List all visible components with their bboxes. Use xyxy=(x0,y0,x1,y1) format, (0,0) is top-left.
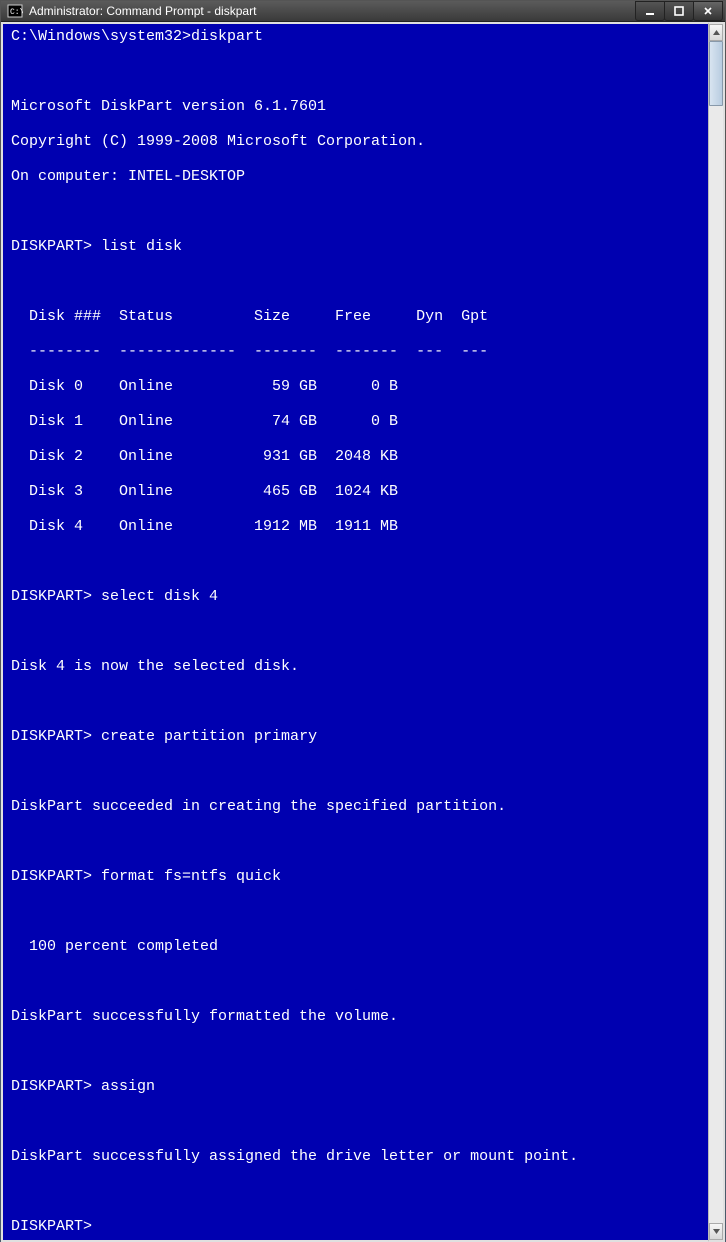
dp-prompt: DISKPART> xyxy=(11,868,92,885)
svg-text:C:\: C:\ xyxy=(10,8,23,17)
blank xyxy=(11,1113,706,1131)
command-prompt-window: C:\ Administrator: Command Prompt - disk… xyxy=(0,0,726,750)
dp-prompt: DISKPART> xyxy=(11,588,92,605)
prompt-path: C:\Windows\system32> xyxy=(11,28,191,45)
console-output[interactable]: C:\Windows\system32>diskpart Microsoft D… xyxy=(1,22,708,1242)
chevron-down-icon xyxy=(712,1227,721,1236)
cmd-format: format fs=ntfs quick xyxy=(101,868,281,885)
blank xyxy=(11,763,706,781)
dp-prompt-line: DISKPART> create partition primary xyxy=(11,728,706,746)
vertical-scrollbar[interactable] xyxy=(708,22,725,1242)
scroll-thumb[interactable] xyxy=(709,41,723,106)
window-controls xyxy=(636,1,723,21)
msg-progress: 100 percent completed xyxy=(11,938,706,956)
console-area: C:\Windows\system32>diskpart Microsoft D… xyxy=(1,22,725,1242)
cmd-assign: assign xyxy=(101,1078,155,1095)
dp-prompt-line: DISKPART> list disk xyxy=(11,238,706,256)
version-line: Microsoft DiskPart version 6.1.7601 xyxy=(11,98,706,116)
msg-create: DiskPart succeeded in creating the speci… xyxy=(11,798,706,816)
msg-assign: DiskPart successfully assigned the drive… xyxy=(11,1148,706,1166)
window-title: Administrator: Command Prompt - diskpart xyxy=(29,4,636,18)
table-divider: -------- ------------- ------- ------- -… xyxy=(11,343,706,361)
dp-prompt: DISKPART> xyxy=(11,1078,92,1095)
dp-prompt-line: DISKPART> select disk 4 xyxy=(11,588,706,606)
maximize-icon xyxy=(674,6,684,16)
blank xyxy=(11,203,706,221)
cmd-list-disk: list disk xyxy=(101,238,182,255)
table-row: Disk 2 Online 931 GB 2048 KB xyxy=(11,448,706,466)
chevron-up-icon xyxy=(712,28,721,37)
blank xyxy=(11,623,706,641)
msg-format: DiskPart successfully formatted the volu… xyxy=(11,1008,706,1026)
dp-prompt-line: DISKPART> xyxy=(11,1218,706,1236)
msg-select: Disk 4 is now the selected disk. xyxy=(11,658,706,676)
scroll-up-button[interactable] xyxy=(709,24,723,41)
close-icon xyxy=(703,6,713,16)
table-row: Disk 3 Online 465 GB 1024 KB xyxy=(11,483,706,501)
dp-prompt: DISKPART> xyxy=(11,1218,92,1235)
table-header: Disk ### Status Size Free Dyn Gpt xyxy=(11,308,706,326)
table-row: Disk 4 Online 1912 MB 1911 MB xyxy=(11,518,706,536)
computer-line: On computer: INTEL-DESKTOP xyxy=(11,168,706,186)
table-row: Disk 0 Online 59 GB 0 B xyxy=(11,378,706,396)
blank xyxy=(11,553,706,571)
blank xyxy=(11,273,706,291)
scroll-down-button[interactable] xyxy=(709,1223,723,1240)
blank xyxy=(11,833,706,851)
cmd-create-partition: create partition primary xyxy=(101,728,317,745)
blank xyxy=(11,903,706,921)
dp-prompt: DISKPART> xyxy=(11,238,92,255)
dp-prompt-line: DISKPART> assign xyxy=(11,1078,706,1096)
cmd-select-disk: select disk 4 xyxy=(101,588,218,605)
dp-prompt: DISKPART> xyxy=(11,728,92,745)
blank xyxy=(11,1183,706,1201)
blank xyxy=(11,693,706,711)
blank xyxy=(11,1043,706,1061)
minimize-icon xyxy=(645,6,655,16)
dp-prompt-line: DISKPART> format fs=ntfs quick xyxy=(11,868,706,886)
titlebar[interactable]: C:\ Administrator: Command Prompt - disk… xyxy=(1,1,725,22)
maximize-button[interactable] xyxy=(664,1,694,21)
blank xyxy=(11,63,706,81)
cmd-icon: C:\ xyxy=(7,3,23,19)
minimize-button[interactable] xyxy=(635,1,665,21)
scroll-track[interactable] xyxy=(709,41,723,1223)
cmd-diskpart: diskpart xyxy=(191,28,263,45)
close-button[interactable] xyxy=(693,1,723,21)
copyright-line: Copyright (C) 1999-2008 Microsoft Corpor… xyxy=(11,133,706,151)
blank xyxy=(11,973,706,991)
table-row: Disk 1 Online 74 GB 0 B xyxy=(11,413,706,431)
prompt-line: C:\Windows\system32>diskpart xyxy=(11,28,706,46)
